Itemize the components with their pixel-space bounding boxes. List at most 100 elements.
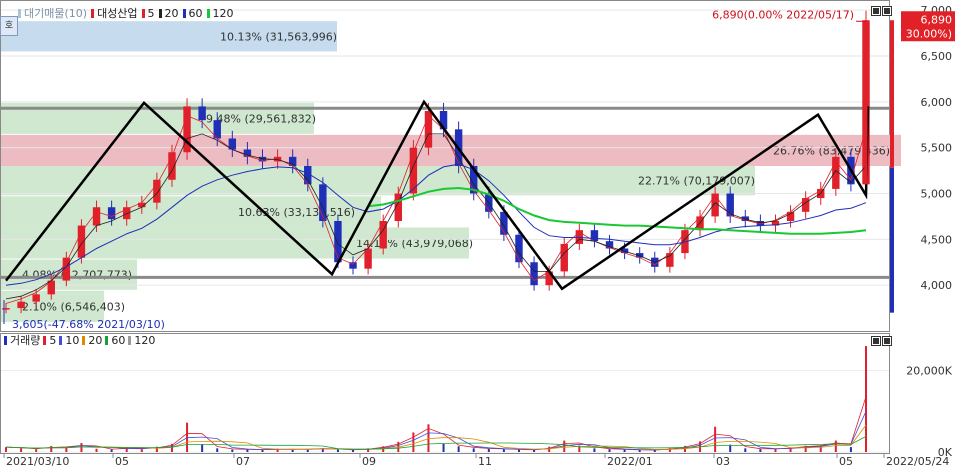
volume-bar (95, 448, 98, 452)
volume-bar (849, 447, 852, 452)
legend-item-label[interactable]: 20 (165, 7, 179, 20)
candle-body (2, 308, 10, 310)
legend-swatch (141, 8, 145, 18)
supply-zone-label: 10.13% (31,563,996) (220, 30, 337, 43)
current-change-label: ( 30.00%) (898, 27, 952, 40)
candle-body (153, 179, 161, 203)
volume-bar (502, 449, 505, 452)
legend-item-label[interactable]: 60 (111, 334, 125, 347)
legend-item-label[interactable]: 120 (213, 7, 234, 20)
legend-swatch (128, 335, 132, 345)
candle-body (17, 301, 25, 309)
volume-bar (80, 443, 83, 452)
x-axis-tick-label: 2022/01 (607, 455, 653, 466)
legend-item-label[interactable]: 10 (65, 334, 79, 347)
volume-bar (65, 447, 68, 452)
low-annotation: 3,605(-47.68% 2021/03/10) (12, 318, 165, 331)
volume-bar (457, 446, 460, 452)
legend-item-label[interactable]: 대기매물(10) (24, 5, 87, 21)
x-axis-tick-label: 2021/03/10 (6, 455, 69, 466)
legend-item-label[interactable]: 60 (189, 7, 203, 20)
price-axis-tick-label: 6,000 (921, 96, 953, 109)
price-panel: 10.13% (31,563,996) 9.48% (29,561,832) 26.… (0, 0, 901, 332)
price-axis-tick-label: 4,000 (921, 279, 953, 292)
price-range-indicator (890, 167, 894, 313)
candle-body (107, 207, 116, 220)
volume-bar (50, 445, 53, 452)
candle-body (530, 262, 538, 286)
price-axis-tick-label: 5,000 (921, 188, 953, 201)
legend-swatch (43, 335, 47, 345)
legend-swatch (82, 335, 86, 345)
candle-body (726, 193, 734, 217)
volume-bar (834, 440, 837, 452)
price-axis-tick-label: 4,500 (921, 233, 953, 246)
price-axis-tick-label: 6,500 (921, 50, 953, 63)
volume-bar (608, 449, 611, 452)
volume-bar (20, 448, 23, 452)
volume-bar (352, 449, 355, 452)
volume-bar (487, 448, 490, 452)
legend-swatch (91, 8, 95, 18)
supply-zone-label: 22.71% (70,179,007) (638, 175, 755, 188)
legend-swatch (182, 8, 186, 18)
x-axis-tick-label: 05 (839, 455, 853, 466)
legend-swatch (105, 335, 109, 345)
high-annotation: 6,890(0.00% 2022/05/17) (712, 8, 854, 21)
volume-axis-tick-label: 20,000K (906, 365, 952, 378)
legend-item-label[interactable]: 5 (49, 334, 56, 347)
volume-bar (412, 432, 415, 452)
x-axis-tick-label: 05 (115, 455, 129, 466)
stock-chart: 10.13% (31,563,996) 9.48% (29,561,832) 26.… (0, 0, 955, 466)
supply-zone-label: 2.10% (6,546,403) (22, 300, 125, 313)
supply-zone-label: 9.48% (29,561,832) (206, 112, 316, 125)
volume-bar (291, 449, 294, 452)
x-axis-tick-label: 07 (236, 455, 250, 466)
chart-type-icon[interactable]: 호 (0, 16, 18, 36)
volume-bar (5, 447, 7, 452)
legend-item-label[interactable]: 대성산업 (97, 5, 137, 21)
candle-body (92, 207, 101, 226)
x-axis-tick-label: 2022/05/24 (886, 455, 949, 466)
volume-bar (336, 449, 339, 452)
price-axis-tick-label: 5,500 (921, 142, 953, 155)
current-price-label: 6,890 (921, 13, 953, 26)
legend-swatch (59, 335, 63, 345)
volume-bar (548, 446, 551, 452)
legend-swatch (18, 8, 21, 18)
supply-zone-label: 4.08% (12,707,773) (22, 269, 132, 282)
candle-body (77, 225, 86, 258)
legend-swatch (158, 8, 162, 18)
legend-item-label[interactable]: 20 (88, 334, 102, 347)
volume-bar (638, 449, 641, 452)
legend-item-label[interactable]: 120 (134, 334, 155, 347)
candle-body (32, 294, 40, 302)
legend-swatch (206, 8, 210, 18)
legend-item-label[interactable]: 5 (148, 7, 155, 20)
close-price-panel-button[interactable] (882, 6, 892, 16)
volume-bar (714, 426, 717, 452)
volume-bar (110, 449, 113, 452)
x-axis-tick-label: 11 (478, 455, 492, 466)
price-range-indicator-up (890, 20, 894, 168)
candle-body (560, 243, 568, 272)
price-legend: 대기매물(10) 대성산업 5 20 60 120 (18, 5, 235, 21)
volume-bar (35, 449, 38, 452)
candle-body (198, 106, 206, 121)
volume-bar (517, 449, 520, 452)
volume-panel (0, 333, 890, 454)
maximize-volume-panel-button[interactable] (871, 336, 881, 346)
legend-item-label[interactable]: 거래량 (10, 332, 40, 348)
close-volume-panel-button[interactable] (882, 336, 892, 346)
volume-bar (201, 444, 204, 452)
volume-legend: 거래량 5 10 20 60 120 (4, 333, 155, 347)
volume-bar (442, 443, 445, 452)
volume-bar (261, 449, 264, 452)
volume-bar (140, 449, 143, 452)
volume-bar (472, 448, 475, 452)
legend-swatch (4, 335, 7, 345)
volume-bar (216, 448, 219, 452)
volume-bar (533, 449, 536, 452)
maximize-price-panel-button[interactable] (871, 6, 881, 16)
volume-bar (623, 449, 626, 452)
